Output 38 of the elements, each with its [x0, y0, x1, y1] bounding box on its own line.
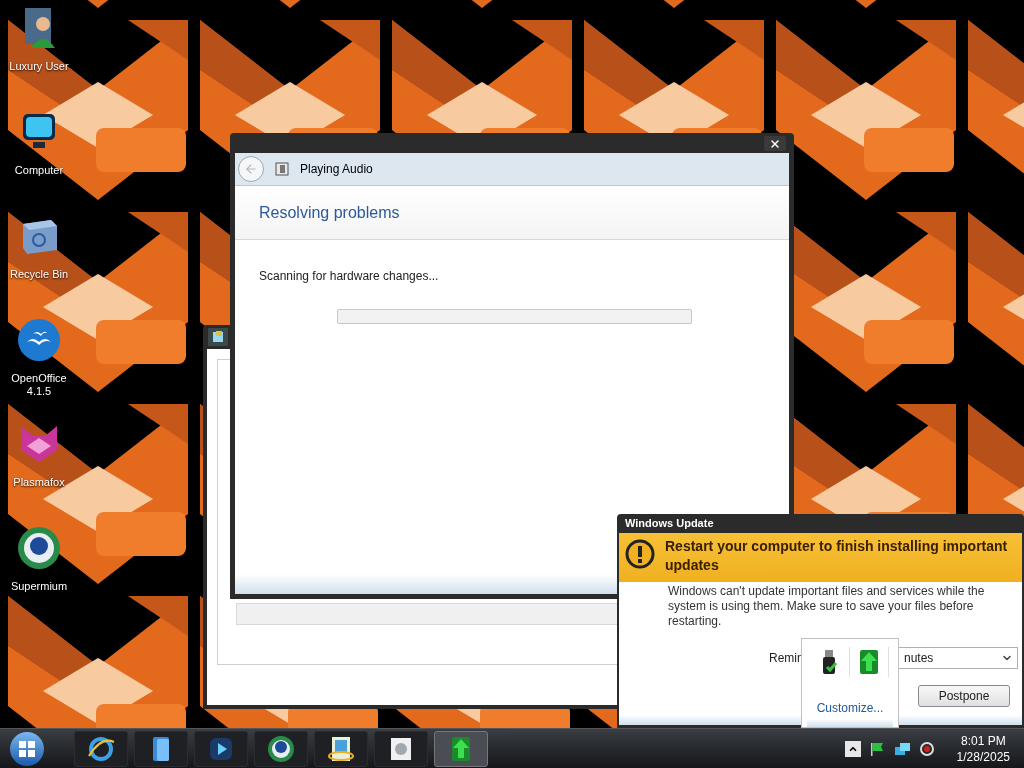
- clock[interactable]: 8:01 PM 1/28/2025: [956, 732, 1010, 765]
- clock-date: 1/28/2025: [956, 748, 1010, 765]
- troubleshooter-icon: [274, 161, 290, 177]
- app-icon: [211, 330, 225, 344]
- customize-link[interactable]: Customize...: [816, 699, 884, 717]
- taskbar-button[interactable]: [434, 730, 488, 767]
- taskbar-button[interactable]: [254, 730, 308, 767]
- dialog-title: Playing Audio: [300, 161, 373, 178]
- status-text: Scanning for hardware changes...: [259, 268, 440, 285]
- show-hidden-icons-button[interactable]: [844, 740, 861, 757]
- desktop-icon-label[interactable]: OpenOffice 4.1.5: [0, 372, 78, 398]
- globe-icon: [17, 526, 61, 570]
- windows-logo-icon: [18, 739, 36, 758]
- taskbar-button[interactable]: [374, 730, 428, 767]
- warning-icon: [625, 539, 655, 569]
- desktop-icon-label[interactable]: Supermium: [8, 580, 70, 593]
- desktop-icon-label[interactable]: Recycle Bin: [7, 268, 71, 281]
- page-heading: Resolving problems: [259, 202, 400, 223]
- close-button[interactable]: [764, 136, 786, 151]
- globe-icon: [266, 733, 296, 764]
- window-title: Windows Update: [624, 516, 715, 531]
- taskbar-button[interactable]: [194, 730, 248, 767]
- close-icon: [769, 137, 781, 150]
- taskbar-button[interactable]: [74, 730, 128, 767]
- postpone-button[interactable]: Postpone: [918, 685, 1010, 707]
- taskbar-button[interactable]: [134, 730, 188, 767]
- clock-time: 8:01 PM: [960, 732, 1006, 749]
- start-button[interactable]: [10, 731, 44, 766]
- flag-icon[interactable]: [868, 740, 885, 757]
- notification-message: Windows can't update important files and services while the system is using them. Make sure to save your files before restarting.: [667, 583, 986, 629]
- network-icon[interactable]: [892, 740, 911, 757]
- notification-headline: Restart your computer to finish installing important updates: [665, 537, 1009, 575]
- seagull-icon: [17, 318, 61, 362]
- volume-icon[interactable]: [918, 740, 935, 757]
- desktop-icon-label[interactable]: Computer: [12, 164, 66, 177]
- desktop-icon-label[interactable]: Luxury User: [7, 60, 71, 73]
- taskbar-button[interactable]: [314, 730, 368, 767]
- dropdown-value: nutes: [904, 650, 934, 667]
